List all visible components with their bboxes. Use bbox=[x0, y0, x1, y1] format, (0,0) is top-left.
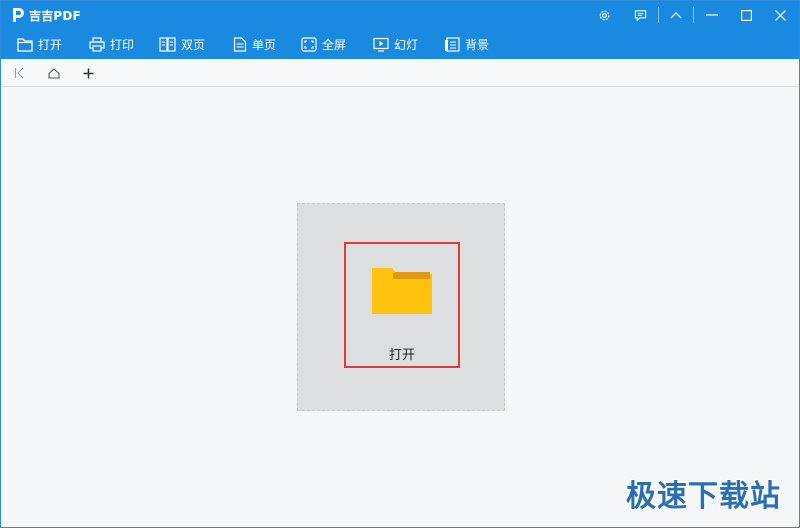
site-watermark: 极速下载站 bbox=[626, 479, 781, 514]
title-bar[interactable]: 吉吉PDF bbox=[1, 1, 799, 29]
slideshow-label: 幻灯 bbox=[394, 37, 419, 52]
two-page-label: 双页 bbox=[181, 37, 206, 52]
open-file-label: 打开 bbox=[388, 348, 415, 363]
background-button[interactable]: 背景 bbox=[444, 29, 489, 59]
app-title: 吉吉PDF bbox=[29, 9, 81, 23]
gear-icon bbox=[599, 10, 609, 20]
printer-icon bbox=[89, 36, 105, 52]
tab-strip bbox=[1, 59, 799, 87]
collapse-icon bbox=[670, 12, 682, 19]
minimize-icon bbox=[706, 14, 718, 16]
fullscreen-label: 全屏 bbox=[322, 37, 347, 52]
background-icon bbox=[445, 36, 460, 52]
fullscreen-button[interactable]: 全屏 bbox=[301, 29, 346, 59]
home-icon bbox=[48, 67, 60, 79]
open-drop-area[interactable]: 打开 bbox=[297, 203, 505, 411]
main-toolbar: 打开 打印 双页 单页 全屏 幻灯 背景 bbox=[1, 29, 799, 59]
feedback-icon bbox=[634, 9, 646, 21]
close-button[interactable] bbox=[763, 1, 797, 29]
add-tab-icon bbox=[83, 68, 93, 78]
single-page-icon bbox=[233, 36, 247, 52]
two-page-button[interactable]: 双页 bbox=[159, 29, 205, 59]
open-file-button[interactable]: 打开 bbox=[344, 242, 460, 368]
back-button[interactable] bbox=[9, 63, 29, 83]
titlebar-separator bbox=[693, 7, 694, 23]
print-button[interactable]: 打印 bbox=[89, 29, 134, 59]
maximize-icon bbox=[740, 9, 752, 21]
minimize-button[interactable] bbox=[695, 1, 729, 29]
close-icon bbox=[774, 9, 786, 21]
slideshow-button[interactable]: 幻灯 bbox=[373, 29, 418, 59]
back-icon bbox=[14, 67, 23, 79]
open-button[interactable]: 打开 bbox=[17, 29, 62, 59]
open-file-icon bbox=[17, 37, 33, 52]
app-window: 吉吉PDF 打开 打印 双页 单页 全屏 幻灯 背景 打开 极速下载站 bbox=[0, 0, 800, 528]
open-label: 打开 bbox=[38, 37, 63, 52]
single-page-button[interactable]: 单页 bbox=[233, 29, 276, 59]
background-label: 背景 bbox=[465, 37, 490, 52]
collapse-button[interactable] bbox=[659, 1, 693, 29]
app-logo-icon bbox=[13, 8, 24, 22]
folder-icon bbox=[372, 268, 432, 314]
two-page-icon bbox=[159, 36, 176, 52]
fullscreen-icon bbox=[301, 36, 317, 52]
feedback-button[interactable] bbox=[623, 1, 657, 29]
home-button[interactable] bbox=[44, 63, 64, 83]
single-page-label: 单页 bbox=[252, 37, 277, 52]
document-area: 打开 bbox=[1, 87, 799, 527]
maximize-button[interactable] bbox=[729, 1, 763, 29]
slideshow-icon bbox=[373, 37, 389, 52]
print-label: 打印 bbox=[110, 37, 135, 52]
settings-button[interactable] bbox=[587, 1, 621, 29]
add-tab-button[interactable] bbox=[78, 63, 98, 83]
